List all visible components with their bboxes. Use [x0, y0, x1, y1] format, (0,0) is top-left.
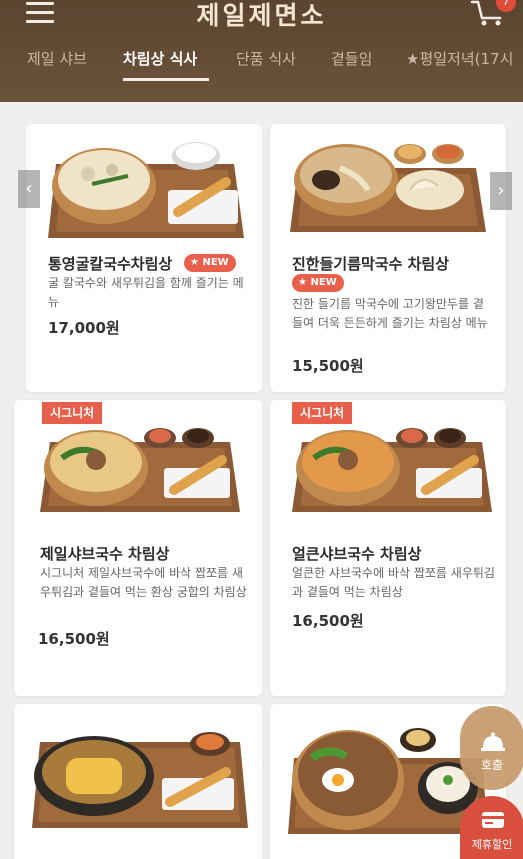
carousel-next-arrow[interactable]: › [490, 172, 512, 210]
menu-card-oyster-kalguksu[interactable]: ‹ 통영굴칼국수차림상 ★ NEW 굴 칼국수와 새우튀김을 함께 즐기는 메뉴… [18, 124, 262, 392]
call-label: 호출 [480, 758, 504, 772]
tab-single-meal[interactable]: 단품 식사 [236, 48, 296, 79]
card-description: 굴 칼국수와 새우튀김을 함께 즐기는 메뉴 [48, 276, 244, 309]
card-description: 시그니처 제일샤브국수에 바삭 짭쪼름 새우튀김과 곁들여 먹는 환상 궁합의 … [40, 566, 247, 599]
new-badge: ★ NEW [292, 274, 344, 292]
bell-icon [480, 732, 506, 755]
active-tab-indicator [123, 78, 209, 81]
tab-weekday-dinner[interactable]: ★평일저녁(17시 [406, 48, 513, 79]
card-description: 진한 들기름 막국수에 고기왕만두를 곁들여 더욱 든든하게 즐기는 차림상 메… [292, 297, 488, 330]
card-description: 얼큰한 샤브국수에 바삭 짭쪼름 새우튀김과 곁들여 먹는 차림상 [292, 566, 495, 599]
app-logo[interactable]: 제일제면소 [0, 0, 523, 32]
signature-badge: 시그니처 [292, 402, 353, 424]
food-image [48, 142, 244, 238]
card-title: 통영굴칼국수차림상 [48, 255, 173, 273]
star-icon: ★ [190, 257, 199, 268]
card-price: 16,500원 [292, 612, 364, 630]
star-icon: ★ [298, 277, 307, 288]
new-badge: ★ NEW [184, 254, 236, 272]
food-image [40, 428, 240, 512]
food-image [288, 728, 488, 834]
card-price: 16,500원 [38, 630, 110, 648]
partner-discount-button[interactable]: 제휴할인 [460, 796, 523, 859]
food-image [292, 428, 492, 512]
discount-label: 제휴할인 [471, 838, 513, 851]
menu-card-5[interactable] [14, 704, 262, 859]
tab-jeil-shabu[interactable]: 제일 샤브 [27, 48, 87, 79]
card-price: 15,500원 [292, 357, 364, 375]
category-tabs: 제일 샤브 차림상 식사 단품 식사 곁들임 ★평일저녁(17시 [0, 48, 523, 88]
food-image [32, 732, 248, 828]
tab-sides[interactable]: 곁들임 [331, 48, 372, 79]
app-header: 제일제면소 7 제일 샤브 차림상 식사 단품 식사 곁들임 ★평일저녁(17시 [0, 0, 523, 102]
card-icon [482, 812, 504, 831]
card-title: 진한들기름막국수 차림상 [292, 255, 450, 273]
food-image [290, 144, 486, 232]
call-staff-button[interactable]: 호출 [460, 706, 523, 790]
menu-card-jeil-shabu-guksu[interactable]: 시그니처 제일샤브국수 차림상 시그니처 제일샤브국수에 바삭 짭쪼름 새우튀김… [14, 400, 262, 696]
menu-card-spicy-shabu-guksu[interactable]: 시그니처 얼큰샤브국수 차림상 얼큰한 샤브국수에 바삭 짭쪼름 새우튀김과 곁… [270, 400, 506, 696]
carousel-prev-arrow[interactable]: ‹ [18, 170, 40, 208]
tab-set-meal[interactable]: 차림상 식사 [123, 48, 197, 79]
card-title: 얼큰샤브국수 차림상 [292, 545, 422, 563]
menu-card-perilla-makguksu[interactable]: › 진한들기름막국수 차림상 ★ NEW 진한 들기름 막국수에 고기왕만두를 … [270, 124, 512, 392]
card-title: 제일샤브국수 차림상 [40, 545, 170, 563]
card-price: 17,000원 [48, 319, 120, 337]
signature-badge: 시그니처 [42, 402, 103, 424]
